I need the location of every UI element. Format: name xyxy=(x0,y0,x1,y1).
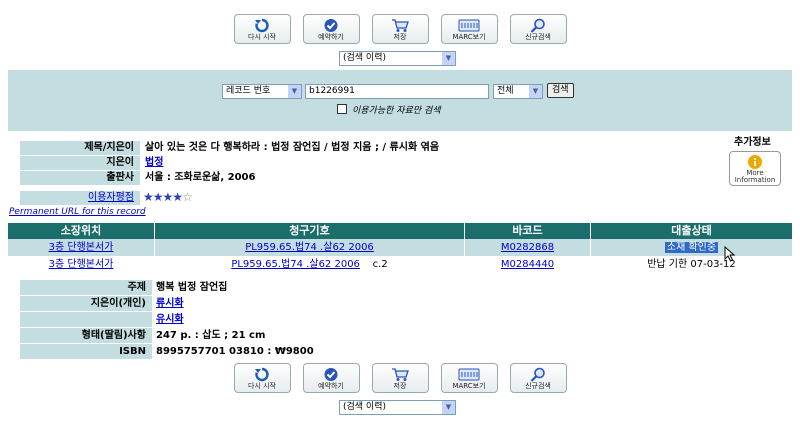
isbn-value: 8995757701 03810 : ₩9800 xyxy=(156,346,314,357)
bottom-toolbar: 다시 시작 예약하기 저장 MARC보기 신규검색 xyxy=(0,363,800,393)
search-history-value: (검색 이력) xyxy=(343,402,387,412)
location-link[interactable]: 3층 단행본서가 xyxy=(49,242,114,253)
cart-icon xyxy=(392,368,409,381)
magnifier-icon xyxy=(530,18,545,33)
refresh-icon xyxy=(255,18,269,33)
search-history-select[interactable]: (검색 이력) ▼ xyxy=(339,51,456,66)
reserve-button[interactable]: 예약하기 xyxy=(302,14,360,44)
check-icon xyxy=(324,19,338,32)
star-filled-icon: ★ xyxy=(152,190,164,204)
search-panel: 레코드 번호 ▼ b1226991 전체 ▼ 검색 이용가능한 자료만 검색 xyxy=(8,70,792,131)
search-field-select[interactable]: 레코드 번호 ▼ xyxy=(222,84,302,99)
extra-info-label: 추가정보 xyxy=(734,137,771,148)
permanent-url-link[interactable]: Permanent URL for this record xyxy=(9,207,146,217)
status-value: 소재 확인중 xyxy=(664,242,719,253)
info-icon xyxy=(748,154,762,169)
new-search-button[interactable]: 신규검색 xyxy=(509,14,567,44)
rating-stars[interactable]: ★★★★☆ xyxy=(143,190,193,204)
save-label: 저장 xyxy=(393,382,407,390)
reserve-label: 예약하기 xyxy=(318,382,344,390)
barcode-link[interactable]: M0282868 xyxy=(501,242,554,253)
call-number-link[interactable]: PL959.65.법74 .살62 2006 xyxy=(231,259,360,270)
person-label-blank xyxy=(20,312,152,327)
search-history-select[interactable]: (검색 이력) ▼ xyxy=(339,400,456,415)
cart-icon xyxy=(392,19,409,32)
header-location: 소장위치 xyxy=(8,223,155,239)
header-barcode: 바코드 xyxy=(465,223,591,239)
top-toolbar: 다시 시작 예약하기 저장 MARC보기 신규검색 xyxy=(0,14,800,44)
title-value: 살아 있는 것은 다 행복하라 : 법정 잠언집 / 법정 지음 ; / 류시화… xyxy=(145,142,440,153)
isbn-label: ISBN xyxy=(20,344,152,359)
subject-value: 행복 법정 잠언집 xyxy=(156,282,228,293)
chevron-down-icon: ▼ xyxy=(441,52,455,65)
publisher-label: 출판사 xyxy=(20,171,140,185)
search-input-value: b1226991 xyxy=(309,86,355,96)
marc-view-label: MARC보기 xyxy=(452,382,486,390)
star-filled-icon: ★ xyxy=(172,190,183,204)
status-value: 반납 기한 07-03-12 xyxy=(647,259,736,270)
call-number-link[interactable]: PL959.65.법74 .살62 2006 xyxy=(245,242,374,253)
location-link[interactable]: 3층 단행본서가 xyxy=(49,259,114,270)
search-field-value: 레코드 번호 xyxy=(226,86,271,96)
more-information-button[interactable]: More Information xyxy=(729,151,781,186)
marc-view-label: MARC보기 xyxy=(452,33,486,41)
reserve-button[interactable]: 예약하기 xyxy=(302,363,360,393)
table-header: 소장위치 청구기호 바코드 대출상태 xyxy=(8,223,792,239)
search-scope-select[interactable]: 전체 ▼ xyxy=(493,84,543,99)
keyboard-icon xyxy=(458,368,480,381)
search-input[interactable]: b1226991 xyxy=(305,84,489,99)
check-icon xyxy=(324,368,338,381)
table-row: 3층 단행본서가 PL959.65.법74 .살62 2006 c.2 M028… xyxy=(8,256,792,273)
restart-label: 다시 시작 xyxy=(248,382,276,390)
star-empty-icon: ☆ xyxy=(182,190,193,204)
chevron-down-icon: ▼ xyxy=(287,85,301,98)
subject-label: 주제 xyxy=(20,280,152,295)
format-label: 형태(딸림)사항 xyxy=(20,328,152,343)
publisher-value: 서울 : 조화로운삶, 2006 xyxy=(145,172,256,183)
save-button[interactable]: 저장 xyxy=(371,14,429,44)
search-scope-value: 전체 xyxy=(497,86,514,96)
save-button[interactable]: 저장 xyxy=(371,363,429,393)
restart-button[interactable]: 다시 시작 xyxy=(233,14,291,44)
chevron-down-icon: ▼ xyxy=(528,85,542,98)
available-only-checkbox[interactable] xyxy=(337,104,347,114)
person-link[interactable]: 류시화 xyxy=(156,296,184,311)
header-call-number: 청구기호 xyxy=(155,223,465,239)
reserve-label: 예약하기 xyxy=(318,33,344,41)
chevron-down-icon: ▼ xyxy=(441,401,455,414)
new-search-label: 신규검색 xyxy=(525,33,551,41)
new-search-label: 신규검색 xyxy=(525,382,551,390)
copy-number: c.2 xyxy=(372,259,388,270)
save-label: 저장 xyxy=(393,33,407,41)
author-label: 지은이 xyxy=(20,156,140,170)
holdings-table: 소장위치 청구기호 바코드 대출상태 3층 단행본서가 PL959.65.법74… xyxy=(8,223,792,273)
author-link[interactable]: 법정 xyxy=(145,156,163,170)
person-label: 지은이(개인) xyxy=(20,296,152,311)
format-value: 247 p. : 삽도 ; 21 cm xyxy=(156,330,266,341)
magnifier-icon xyxy=(530,367,545,382)
header-status: 대출상태 xyxy=(671,224,712,237)
restart-button[interactable]: 다시 시작 xyxy=(233,363,291,393)
marc-view-button[interactable]: MARC보기 xyxy=(440,14,498,44)
star-filled-icon: ★ xyxy=(143,190,154,204)
barcode-link[interactable]: M0284440 xyxy=(501,259,554,270)
new-search-button[interactable]: 신규검색 xyxy=(509,363,567,393)
marc-view-button[interactable]: MARC보기 xyxy=(440,363,498,393)
table-row: 3층 단행본서가 PL959.65.법74 .살62 2006 M0282868… xyxy=(8,239,792,262)
star-filled-icon: ★ xyxy=(162,190,174,204)
person-link[interactable]: 유시화 xyxy=(156,312,184,327)
more-info-line2: Information xyxy=(734,175,776,184)
refresh-icon xyxy=(255,367,269,382)
available-only-label: 이용가능한 자료만 검색 xyxy=(352,106,441,116)
search-history-value: (검색 이력) xyxy=(343,53,387,63)
user-rating-link[interactable]: 이용자평점 xyxy=(20,191,140,205)
restart-label: 다시 시작 xyxy=(248,33,276,41)
search-button[interactable]: 검색 xyxy=(547,83,574,98)
title-label: 제목/지은이 xyxy=(20,141,140,155)
keyboard-icon xyxy=(458,19,480,32)
